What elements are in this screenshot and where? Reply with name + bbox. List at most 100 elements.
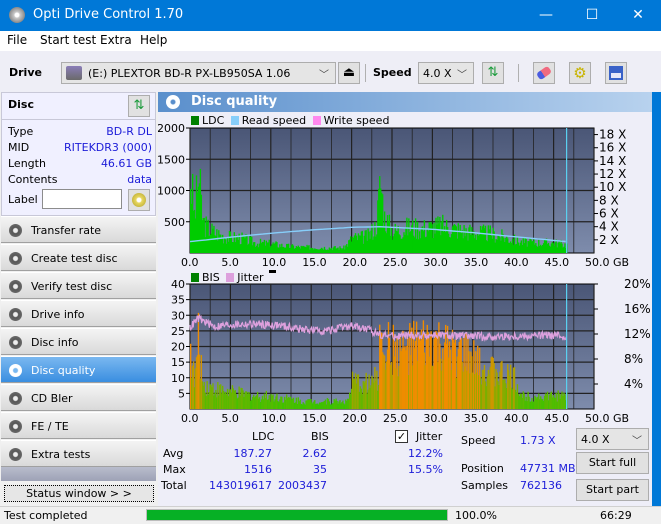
y-tick-label: 25 [171, 325, 185, 338]
minimize-button[interactable]: — [523, 0, 569, 31]
disc-nav-icon [9, 280, 22, 293]
progress-label: 100.0% [455, 509, 497, 522]
y2-tick-label: 16 X [599, 141, 626, 155]
stat-max-jitter: 15.5% [408, 463, 443, 476]
disc-type-value: BD-R DL [106, 125, 152, 138]
y2-tick-label: 14 X [599, 154, 626, 168]
disc-header: Disc [8, 98, 34, 111]
eraser-icon [535, 65, 553, 81]
y2-tick-label: 2 X [599, 233, 619, 247]
nav-disc-info[interactable]: Disc info [1, 328, 156, 355]
stat-max-ldc: 1516 [244, 463, 272, 476]
stat-max-bis: 35 [313, 463, 327, 476]
x-tick-label: 35.0 [464, 412, 489, 425]
close-button[interactable]: ✕ [615, 0, 661, 31]
disc-quality-icon [166, 95, 180, 109]
drive-label: Drive [9, 66, 42, 79]
menu-file[interactable]: File [7, 33, 27, 47]
refresh-arrows-icon: ⇅ [487, 65, 499, 80]
start-part-button[interactable]: Start part [576, 479, 649, 501]
x-tick-label: 45.0 [545, 412, 570, 425]
disc-mid-label: MID [8, 141, 30, 154]
disc-type-label: Type [8, 125, 34, 138]
y2-tick-label: 20% [624, 277, 651, 291]
stat-total-ldc: 143019617 [209, 479, 272, 492]
menu-help[interactable]: Help [140, 33, 167, 47]
save-button[interactable] [605, 62, 627, 84]
y-tick-label: 40 [171, 278, 185, 291]
nav-label: Drive info [31, 308, 85, 321]
y-tick-label: 5 [178, 387, 185, 400]
speed-stat-label: Speed [461, 434, 496, 447]
menu-bar: File Start test Extra Help [0, 31, 661, 51]
disc-nav-icon [9, 364, 22, 377]
right-border [652, 92, 661, 506]
chevron-down-icon: ﹀ [457, 70, 467, 81]
nav-drive-info[interactable]: Drive info [1, 300, 156, 327]
speed-label: Speed [373, 66, 412, 79]
drive-select[interactable]: (E:) PLEXTOR BD-R PX-LB950SA 1.06 ﹀ [61, 62, 336, 84]
status-window-button[interactable]: Status window > > [4, 485, 154, 502]
toolbar-separator [518, 64, 519, 82]
x-tick-label: 5.0 [221, 256, 239, 269]
stat-header-bis: BIS [311, 430, 329, 443]
disc-nav-icon [9, 252, 22, 265]
disc-refresh-button[interactable]: ⇅ [128, 95, 150, 117]
y-tick-label: 10 [171, 372, 185, 385]
y2-tick-label: 6 X [599, 207, 619, 221]
nav-fe-te[interactable]: FE / TE [1, 412, 156, 439]
disc-nav-icon [9, 420, 22, 433]
nav-extra-tests[interactable]: Extra tests [1, 440, 156, 467]
ldc-chart: 2000 1500 1000 500 18 X16 X14 X12 X10 X8 X6 … [158, 122, 629, 269]
panel-header: Disc quality [158, 92, 652, 112]
stat-avg-ldc: 187.27 [233, 447, 273, 460]
refresh-button[interactable]: ⇅ [482, 62, 504, 84]
nav-create-test-disc[interactable]: Create test disc [1, 244, 156, 271]
nav-label: Extra tests [31, 448, 91, 461]
elapsed-time: 66:29 [600, 509, 632, 522]
cd-icon [132, 193, 146, 207]
x-tick-label: 5.0 [221, 412, 239, 425]
nav-cd-bler[interactable]: CD Bler [1, 384, 156, 411]
position-label: Position [461, 462, 504, 475]
test-speed-select[interactable]: 4.0 X ﹀ [576, 428, 649, 450]
disc-nav-icon [9, 308, 22, 321]
eject-icon: ⏏ [342, 65, 356, 80]
start-full-button[interactable]: Start full [576, 452, 649, 474]
y2-tick-label: 12 X [599, 167, 626, 181]
y2-tick-label: 4 X [599, 220, 619, 234]
disc-nav-icon [9, 224, 22, 237]
y2-tick-label: 8% [624, 352, 643, 366]
chevron-down-icon: ﹀ [632, 436, 642, 447]
panel-title: Disc quality [191, 94, 278, 109]
maximize-button[interactable]: ☐ [569, 0, 615, 31]
window-title: Opti Drive Control 1.70 [33, 7, 184, 22]
jitter-label: Jitter [416, 430, 443, 443]
disc-label-button[interactable] [128, 189, 150, 211]
nav-label: Transfer rate [31, 224, 102, 237]
x-tick-label: 0.0 [181, 256, 199, 269]
nav-transfer-rate[interactable]: Transfer rate [1, 216, 156, 243]
nav-verify-test-disc[interactable]: Verify test disc [1, 272, 156, 299]
x-tick-label: 20.0 [343, 256, 368, 269]
speed-select[interactable]: 4.0 X ﹀ [418, 62, 474, 84]
y-tick-label: 500 [164, 216, 185, 229]
y2-tick-label: 8 X [599, 193, 619, 207]
settings-button[interactable]: ⚙ [569, 62, 591, 84]
erase-button[interactable] [533, 62, 555, 84]
y2-tick-label: 16% [624, 302, 651, 316]
bis-chart: 40 35 30 25 20 15 10 5 20% 16% 12% 8% 4% 0.0 5.0 10.0 15… [171, 277, 651, 425]
x-tick-label: 20.0 [343, 412, 368, 425]
jitter-checkbox[interactable]: ✓ [395, 430, 408, 443]
menu-extra[interactable]: Extra [100, 33, 132, 47]
disc-nav-icon [9, 392, 22, 405]
test-speed-value: 4.0 X [581, 433, 610, 446]
y2-tick-label: 10 X [599, 180, 626, 194]
floppy-disk-icon [609, 66, 623, 80]
nav-disc-quality[interactable]: Disc quality [1, 356, 156, 383]
menu-start-test[interactable]: Start test [40, 33, 96, 47]
x-tick-label: 50.0 GB [585, 412, 629, 425]
eject-button[interactable]: ⏏ [338, 62, 360, 84]
disc-label-input[interactable] [42, 189, 122, 209]
drive-select-value: (E:) PLEXTOR BD-R PX-LB950SA 1.06 [88, 67, 291, 80]
